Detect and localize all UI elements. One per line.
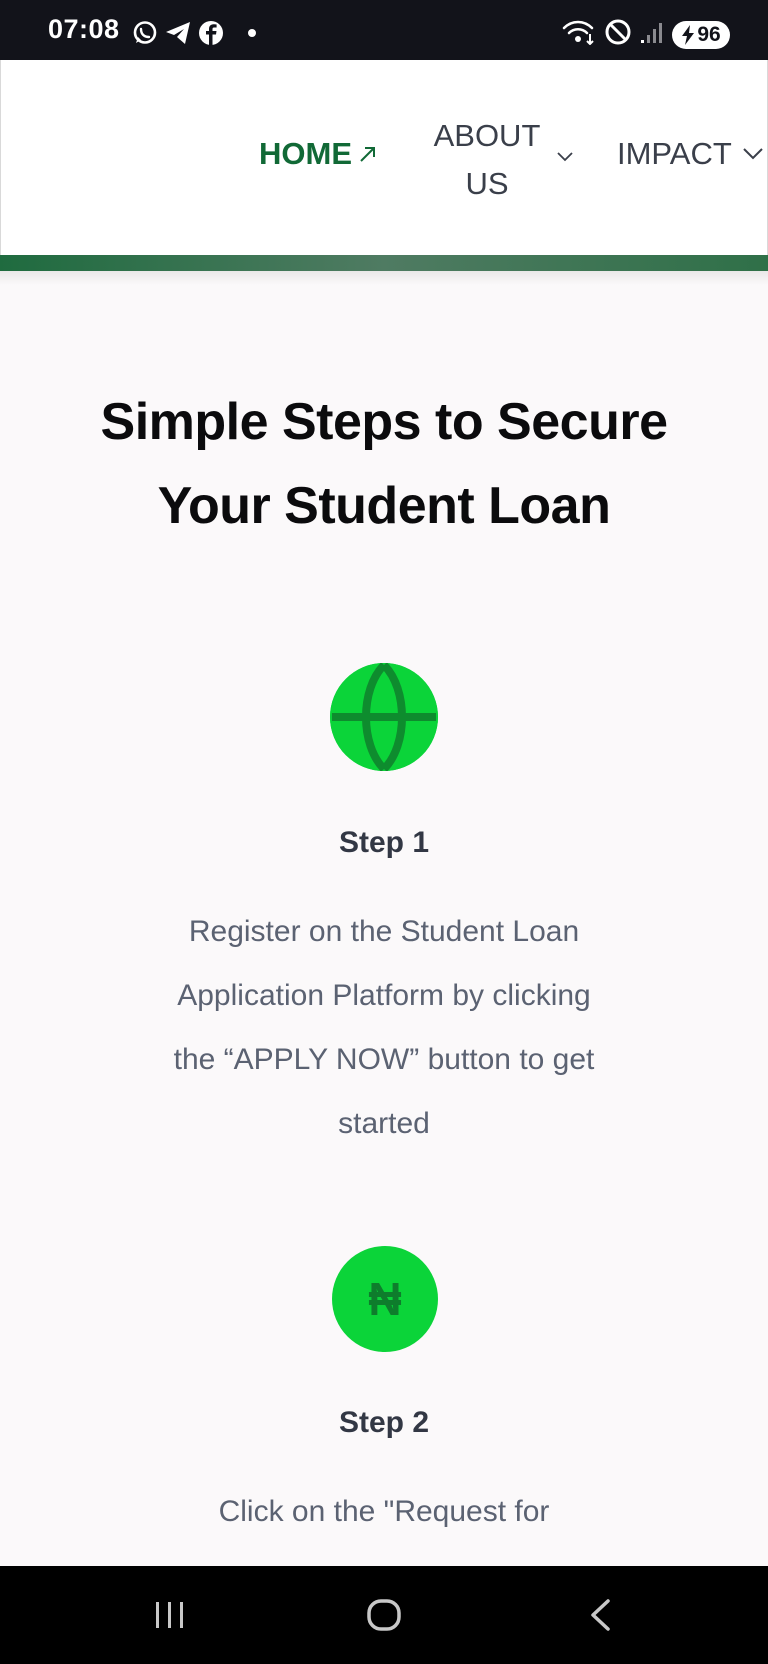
header-accent-bar	[0, 255, 768, 271]
external-arrow-icon	[360, 147, 375, 162]
step-2-title: Step 2	[338, 1406, 430, 1439]
chevron-down-icon[interactable]	[556, 150, 574, 168]
nav-item-about-us[interactable]: ABOUT US	[421, 112, 553, 208]
home-button[interactable]	[344, 1566, 424, 1664]
nav-item-home[interactable]: HOME	[259, 136, 378, 172]
recents-button[interactable]	[130, 1566, 210, 1664]
home-circle-icon	[367, 1599, 401, 1631]
step-1-description: Register on the Student Loan Application…	[173, 915, 595, 1140]
battery-level: 96	[697, 22, 721, 46]
chevron-down-icon	[743, 148, 763, 160]
facebook-icon	[198, 20, 224, 46]
header-shadow	[0, 271, 768, 285]
battery-charging-icon	[682, 24, 695, 45]
globe-icon	[330, 663, 438, 771]
naira-glyph: ₦	[368, 1273, 402, 1325]
status-bar: 07:08 96	[0, 0, 768, 60]
signal-icon	[640, 20, 664, 49]
status-system-icons: 96	[562, 18, 730, 51]
whatsapp-icon	[132, 20, 158, 46]
site-header: HOME ABOUT US IMPACT	[0, 60, 768, 255]
back-button[interactable]	[560, 1566, 640, 1664]
system-navigation-bar	[0, 1566, 768, 1664]
do-not-disturb-icon	[604, 18, 632, 51]
telegram-icon	[164, 20, 192, 46]
wifi-icon	[562, 19, 596, 50]
naira-icon: ₦	[332, 1246, 438, 1352]
notification-dot	[248, 29, 256, 37]
status-time: 07:08	[48, 14, 120, 44]
recents-icon	[156, 1602, 183, 1628]
nav-impact-label: IMPACT	[617, 136, 732, 171]
status-notification-icons	[132, 20, 256, 46]
battery-indicator: 96	[672, 20, 730, 49]
nav-item-impact[interactable]: IMPACT	[617, 136, 764, 172]
nav-home-label: HOME	[259, 136, 352, 171]
section-title: Simple Steps to Secure Your Student Loan	[100, 393, 668, 535]
back-chevron-icon	[591, 1599, 610, 1631]
step-1-title: Step 1	[338, 826, 430, 859]
step-2-description: Click on the "Request for	[218, 1495, 550, 1528]
